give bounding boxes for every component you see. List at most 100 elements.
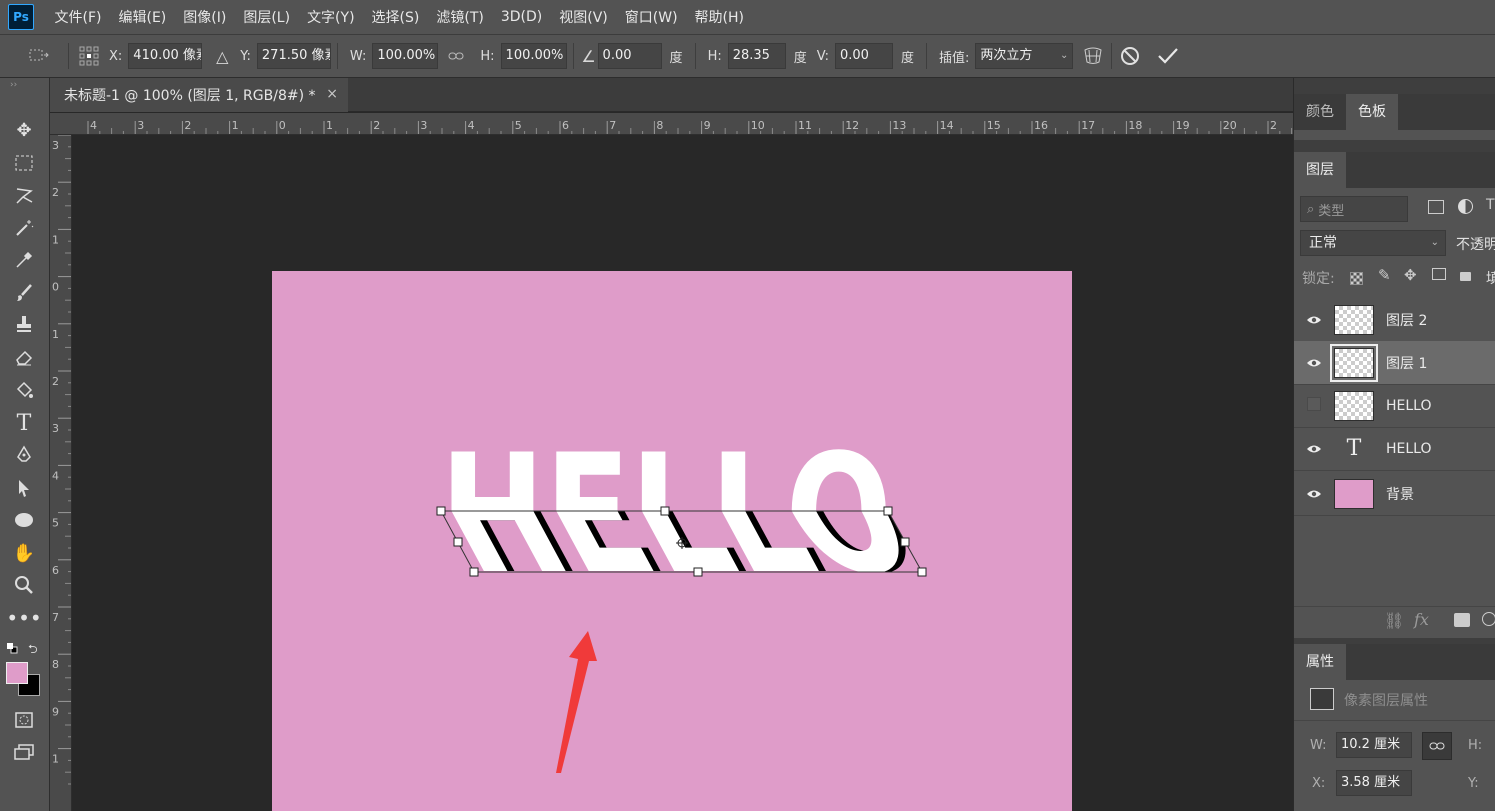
- ruler-label: 2: [52, 375, 59, 388]
- document-workspace[interactable]: HELLO HELLO HELLO: [72, 135, 1293, 811]
- canvas[interactable]: HELLO HELLO HELLO: [272, 271, 1072, 811]
- cancel-transform-icon[interactable]: [1118, 44, 1142, 68]
- hand-tool-icon[interactable]: ✋: [9, 539, 39, 567]
- lock-all-icon[interactable]: [1460, 272, 1471, 281]
- lock-artboard-icon[interactable]: [1432, 268, 1446, 280]
- y-label: Y:: [240, 48, 251, 64]
- stamp-icon[interactable]: [9, 310, 39, 338]
- width-scale-field[interactable]: 100.00%: [372, 43, 439, 69]
- prop-width-field[interactable]: 10.2 厘米: [1336, 732, 1412, 758]
- tab-color[interactable]: 颜色: [1294, 94, 1346, 130]
- separator: [1111, 43, 1113, 69]
- warp-mode-icon[interactable]: [1081, 44, 1105, 68]
- pen-tool-icon[interactable]: [9, 441, 39, 469]
- zoom-tool-icon[interactable]: [9, 571, 39, 599]
- canvas-artwork: HELLO HELLO HELLO: [436, 419, 927, 773]
- tab-layers[interactable]: 图层: [1294, 152, 1346, 188]
- lasso-tool-icon[interactable]: [9, 181, 39, 209]
- vertical-skew-field[interactable]: 0.00: [834, 43, 893, 69]
- reference-point-icon[interactable]: [75, 44, 103, 68]
- menu-filter[interactable]: 滤镜(T): [428, 7, 492, 27]
- x-position-field[interactable]: 410.00 像素: [128, 43, 203, 69]
- tab-properties[interactable]: 属性: [1294, 644, 1346, 680]
- link-icon[interactable]: [444, 44, 468, 68]
- foreground-color-swatch[interactable]: [6, 662, 28, 684]
- commit-transform-icon[interactable]: [1156, 44, 1180, 68]
- menu-view[interactable]: 视图(V): [551, 7, 617, 27]
- marquee-tool-icon[interactable]: [9, 149, 39, 177]
- eyedropper-icon[interactable]: [9, 246, 39, 274]
- type-tool-icon[interactable]: T: [9, 409, 39, 437]
- quick-mask-icon[interactable]: [9, 706, 39, 734]
- menu-3d[interactable]: 3D(D): [492, 9, 550, 25]
- layer-row-background[interactable]: 背景: [1294, 472, 1495, 516]
- document-tab-bar: 未标题-1 @ 100% (图层 1, RGB/8#) * ×: [50, 78, 1293, 112]
- menu-layer[interactable]: 图层(L): [235, 7, 299, 27]
- transform-handle-bottom-left[interactable]: [469, 567, 479, 577]
- transform-handle-top-left[interactable]: [436, 506, 446, 516]
- height-scale-field[interactable]: 100.00%: [500, 43, 567, 69]
- screen-mode-icon[interactable]: [9, 738, 39, 766]
- swap-colors-icon[interactable]: ⮌: [28, 640, 38, 661]
- transform-handle-right[interactable]: [900, 537, 910, 547]
- transform-handle-top[interactable]: [660, 506, 670, 516]
- rotation-angle-field[interactable]: 0.00: [597, 43, 662, 69]
- close-icon[interactable]: ×: [326, 86, 338, 102]
- layer-filter-select[interactable]: ⌕ 类型: [1300, 196, 1408, 222]
- more-tools-icon[interactable]: •••: [6, 604, 41, 632]
- ruler-label: 1: [232, 119, 239, 132]
- menu-file[interactable]: 文件(F): [46, 7, 110, 27]
- relative-position-icon[interactable]: △: [210, 44, 234, 68]
- default-colors-icon[interactable]: [6, 642, 18, 654]
- visibility-eye-icon[interactable]: [1294, 311, 1334, 329]
- fx-icon[interactable]: fx: [1414, 610, 1429, 629]
- ellipse-tool-icon[interactable]: [9, 506, 39, 534]
- prop-x-label: X:: [1312, 776, 1326, 791]
- blend-mode-select[interactable]: 正常 ⌄: [1300, 230, 1446, 256]
- document-tab[interactable]: 未标题-1 @ 100% (图层 1, RGB/8#) * ×: [50, 78, 348, 112]
- path-selection-icon[interactable]: [9, 474, 39, 502]
- new-adjustment-icon[interactable]: [1482, 612, 1495, 626]
- layer-row-hello-text[interactable]: T HELLO: [1294, 427, 1495, 471]
- layer-thumbnail: [1334, 304, 1374, 335]
- filter-type-icon[interactable]: T: [1486, 197, 1495, 213]
- prop-x-field[interactable]: 3.58 厘米: [1336, 770, 1412, 796]
- transform-handle-bottom[interactable]: [693, 567, 703, 577]
- visibility-eye-icon[interactable]: [1294, 354, 1334, 372]
- visibility-eye-icon[interactable]: [1294, 485, 1334, 503]
- visibility-eye-icon[interactable]: [1294, 440, 1334, 458]
- tab-swatches[interactable]: 色板: [1346, 94, 1398, 130]
- horizontal-skew-field[interactable]: 28.35: [727, 43, 786, 69]
- link-dimensions-icon[interactable]: [1422, 732, 1452, 760]
- y-position-field[interactable]: 271.50 像素: [256, 43, 331, 69]
- visibility-off-toggle[interactable]: [1294, 396, 1334, 415]
- lock-paint-icon[interactable]: ✎: [1378, 266, 1391, 284]
- toolbar-grip[interactable]: ››: [10, 80, 17, 90]
- magic-wand-icon[interactable]: [9, 214, 39, 242]
- menu-window[interactable]: 窗口(W): [616, 7, 686, 27]
- brush-icon[interactable]: [9, 279, 39, 307]
- transform-handle-top-right[interactable]: [883, 506, 893, 516]
- interpolation-select[interactable]: 两次立方 ⌄: [975, 43, 1074, 69]
- link-layers-icon[interactable]: ⛓: [1384, 611, 1404, 630]
- paint-bucket-icon[interactable]: [9, 376, 39, 404]
- menu-help[interactable]: 帮助(H): [686, 7, 752, 27]
- eraser-icon[interactable]: [9, 343, 39, 371]
- layer-row-layer2[interactable]: 图层 2: [1294, 298, 1495, 342]
- lock-transparent-icon[interactable]: [1350, 272, 1363, 285]
- layer-name: 图层 2: [1386, 312, 1428, 329]
- transform-handle-bottom-right[interactable]: [917, 567, 927, 577]
- menu-select[interactable]: 选择(S): [363, 7, 428, 27]
- layer-row-layer1[interactable]: 图层 1: [1294, 341, 1495, 385]
- transform-preset-icon[interactable]: [22, 44, 54, 68]
- menu-edit[interactable]: 编辑(E): [110, 7, 175, 27]
- layer-mask-icon[interactable]: [1454, 613, 1470, 627]
- filter-pixel-icon[interactable]: [1428, 200, 1444, 214]
- menu-image[interactable]: 图像(I): [175, 7, 235, 27]
- transform-handle-left[interactable]: [453, 537, 463, 547]
- lock-position-icon[interactable]: ✥: [1404, 266, 1417, 284]
- menu-type[interactable]: 文字(Y): [299, 7, 363, 27]
- move-tool-icon[interactable]: ✥: [9, 116, 39, 144]
- filter-adjustment-icon[interactable]: [1458, 199, 1473, 214]
- layer-row-hello-pixel[interactable]: HELLO: [1294, 384, 1495, 428]
